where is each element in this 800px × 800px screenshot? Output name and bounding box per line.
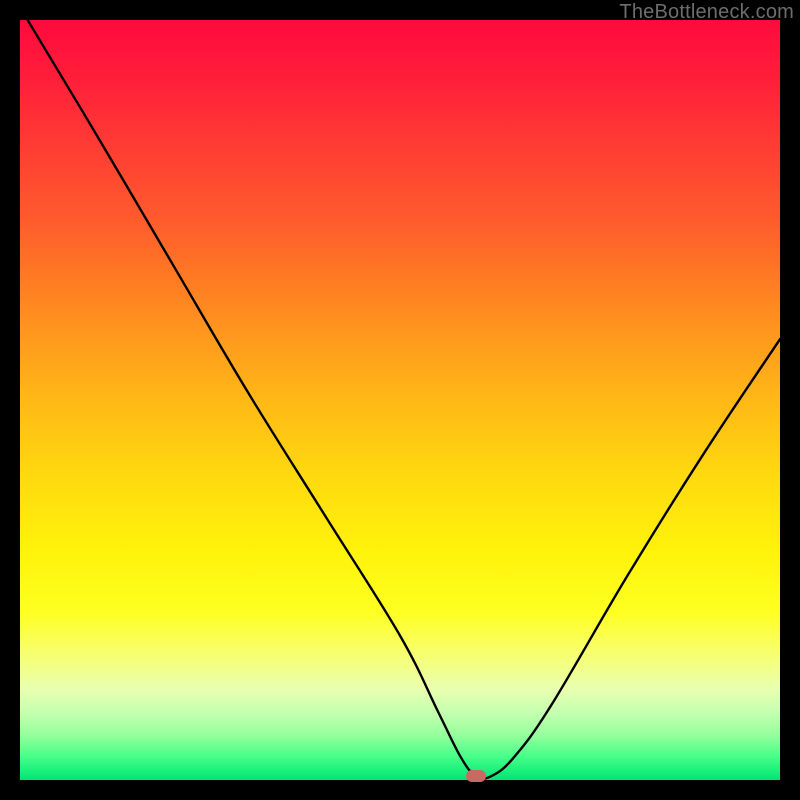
bottleneck-marker — [466, 770, 486, 782]
chart-frame: TheBottleneck.com — [0, 0, 800, 800]
plot-area — [20, 20, 780, 780]
bottleneck-curve — [20, 20, 780, 780]
watermark-label: TheBottleneck.com — [619, 1, 794, 24]
